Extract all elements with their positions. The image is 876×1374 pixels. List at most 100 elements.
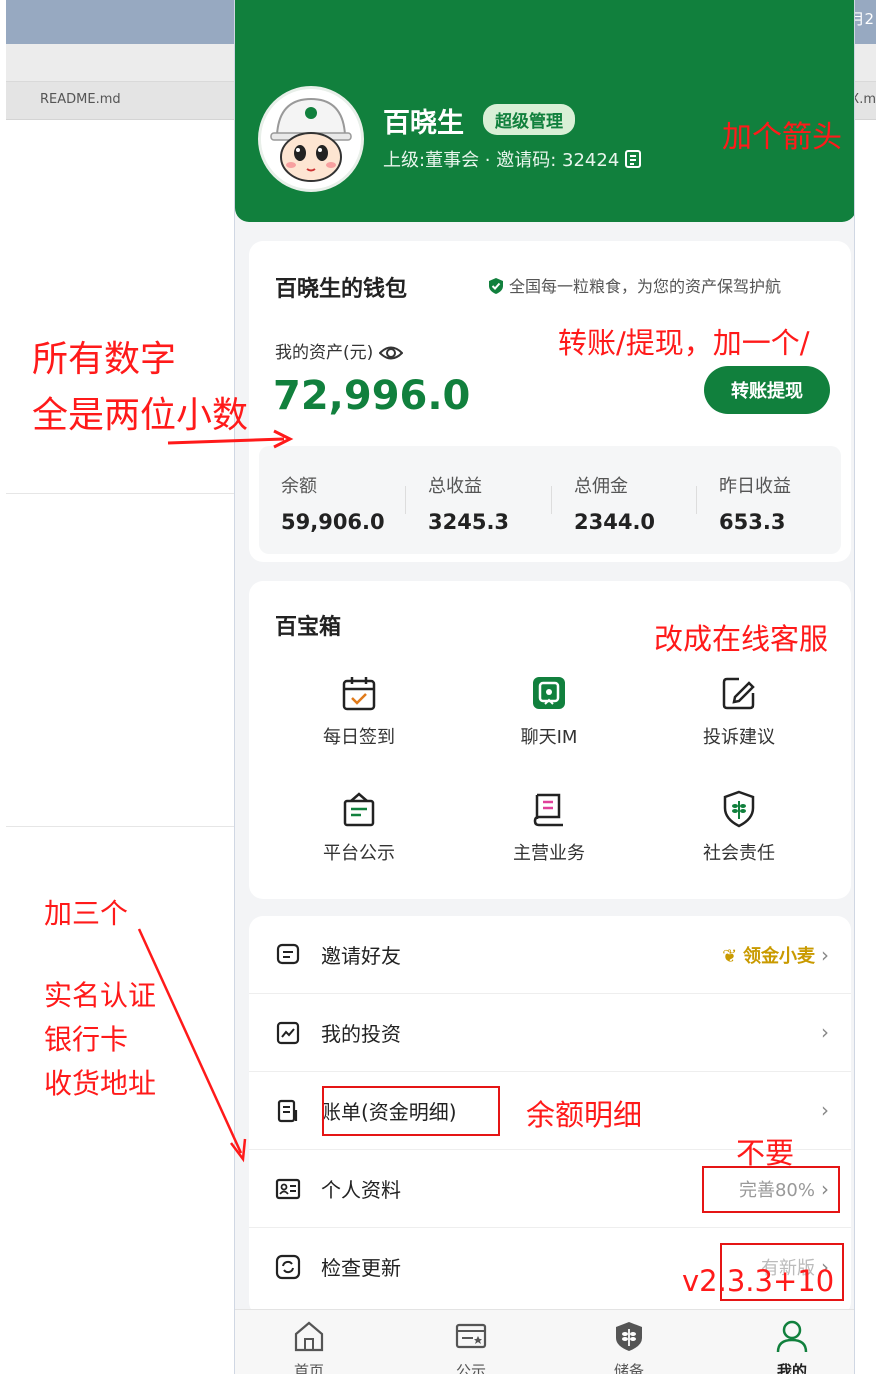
wallet-stats: 余额 59,906.0 总收益 3245.3 总佣金 2344.0 昨日收益 6…: [259, 446, 841, 554]
stat-label: 昨日收益: [719, 476, 791, 497]
tool-daily-checkin[interactable]: 每日签到: [284, 673, 434, 749]
background-tab-readme[interactable]: README.md: [40, 92, 121, 107]
notice-icon: [343, 792, 375, 827]
user-name: 百晓生: [383, 108, 464, 139]
annotation-box-bill: [322, 1086, 500, 1136]
tool-social-responsibility[interactable]: 社会责任: [664, 789, 814, 865]
menu-label: 我的投资: [321, 1022, 401, 1046]
annotation-add-three: 加三个: [44, 897, 129, 930]
stat-label: 总收益: [428, 476, 482, 497]
tab-label: 我的: [776, 1362, 807, 1374]
annotation-arrow-right: [167, 429, 294, 449]
tab-label: 公示: [455, 1362, 486, 1374]
user-subtitle: 上级:董事会 · 邀请码: 32424: [383, 146, 643, 172]
edit-icon: [722, 677, 755, 710]
wallet-title: 百晓生的钱包: [275, 277, 408, 302]
avatar[interactable]: [258, 86, 364, 192]
annotation-transfer: 转账/提现，加一个/: [558, 326, 810, 360]
stat-total-commission[interactable]: 总佣金 2344.0: [574, 472, 714, 534]
tool-label: 主营业务: [513, 843, 585, 864]
chevron-right-icon: ›: [821, 943, 829, 967]
tool-platform-notice[interactable]: 平台公示: [284, 789, 434, 865]
tool-main-business[interactable]: 主营业务: [474, 789, 624, 865]
annotation-version: v2.3.3+10: [682, 1264, 835, 1298]
menu-label: 检查更新: [321, 1256, 401, 1280]
refresh-icon: [275, 1254, 301, 1280]
wallet-slogan: 全国每一粒粮食，为您的资产保驾护航: [487, 273, 781, 297]
stat-divider: [696, 486, 697, 514]
menu-label: 邀请好友: [321, 944, 401, 968]
bill-icon: [277, 1099, 298, 1123]
stat-balance[interactable]: 余额 59,906.0: [281, 472, 421, 534]
gold-wheat-label: 领金小麦: [743, 946, 815, 967]
annotation-balance-detail: 余额明细: [526, 1098, 643, 1132]
role-badge: 超级管理: [483, 104, 575, 135]
bottom-tab-bar: 首页 公示 储备 我的: [235, 1309, 854, 1374]
stat-label: 余额: [281, 476, 317, 497]
menu-item-invite-friends[interactable]: 邀请好友 ❦ 领金小麦 ›: [249, 916, 851, 994]
avatar-illustration: [261, 89, 361, 189]
wallet-card: 百晓生的钱包 全国每一粒粮食，为您的资产保驾护航 我的资产(元) 72,996.…: [249, 241, 851, 562]
annotation-box-completion: [702, 1166, 840, 1213]
stat-divider: [405, 486, 406, 514]
toolbox-title: 百宝箱: [275, 615, 342, 640]
chat-im-icon: [533, 677, 565, 709]
chart-icon: [276, 1021, 300, 1045]
grain-icon: [616, 1322, 642, 1351]
stat-value: 2344.0: [574, 510, 656, 534]
menu-item-my-investment[interactable]: 我的投资 ›: [249, 994, 851, 1072]
tab-reserve[interactable]: 储备: [589, 1318, 669, 1374]
menu-right: ❦ 领金小麦 ›: [722, 942, 829, 968]
shield-check-icon: [489, 278, 503, 294]
user-icon: [776, 1320, 808, 1353]
menu-label: 个人资料: [321, 1178, 401, 1202]
assets-label: 我的资产(元): [275, 338, 404, 363]
tool-label: 社会责任: [703, 843, 775, 864]
annotation-add-arrow: 加个箭头: [722, 120, 842, 155]
background-divider: [6, 826, 236, 827]
stat-total-earnings[interactable]: 总收益 3245.3: [428, 472, 568, 534]
stat-divider: [551, 486, 552, 514]
annotation-decimals-line1: 所有数字: [32, 339, 177, 380]
stat-value: 653.3: [719, 510, 786, 534]
stat-yesterday-earnings[interactable]: 昨日收益 653.3: [719, 472, 854, 534]
stat-label: 总佣金: [574, 476, 628, 497]
tab-label: 储备: [613, 1362, 644, 1374]
tool-label: 聊天IM: [520, 727, 578, 748]
copy-icon[interactable]: [623, 149, 643, 169]
transfer-withdraw-button[interactable]: 转账提现: [704, 366, 830, 414]
annotation-bank-card: 银行卡: [44, 1023, 129, 1056]
background-divider: [6, 493, 236, 494]
assets-value: 72,996.0: [273, 373, 471, 419]
eye-icon[interactable]: [379, 344, 404, 362]
menu-right: ›: [815, 1098, 829, 1122]
wallet-slogan-text: 全国每一粒粮食，为您的资产保驾护航: [509, 277, 782, 296]
tab-label: 首页: [293, 1362, 324, 1374]
wheat-icon: ❦: [722, 946, 738, 967]
annotation-online-service: 改成在线客服: [654, 622, 829, 656]
chevron-right-icon: ›: [821, 1020, 829, 1044]
tool-label: 平台公示: [323, 843, 395, 864]
book-icon: [533, 793, 563, 827]
menu-right: ›: [815, 1020, 829, 1044]
tab-home[interactable]: 首页: [269, 1318, 349, 1374]
notice-board-icon: [455, 1323, 487, 1349]
chevron-right-icon: ›: [821, 1098, 829, 1122]
tool-complaint[interactable]: 投诉建议: [664, 673, 814, 749]
tool-label: 投诉建议: [703, 727, 775, 748]
annotation-arrow-down: [137, 928, 247, 1163]
stat-value: 59,906.0: [281, 510, 385, 534]
calendar-check-icon: [342, 677, 376, 711]
assets-label-text: 我的资产(元): [275, 343, 374, 363]
tool-label: 每日签到: [323, 727, 395, 748]
id-card-icon: [275, 1178, 301, 1200]
stat-value: 3245.3: [428, 510, 510, 534]
home-icon: [294, 1321, 324, 1352]
tab-mine[interactable]: 我的: [752, 1318, 832, 1374]
tool-chat-im[interactable]: 聊天IM: [474, 673, 624, 749]
wheat-shield-icon: [723, 790, 755, 828]
invite-icon: [276, 943, 300, 965]
superior-invite-code: 上级:董事会 · 邀请码: 32424: [383, 150, 620, 171]
tab-notice[interactable]: 公示: [431, 1318, 511, 1374]
profile-header: 百晓生 超级管理 上级:董事会 · 邀请码: 32424: [235, 0, 854, 222]
